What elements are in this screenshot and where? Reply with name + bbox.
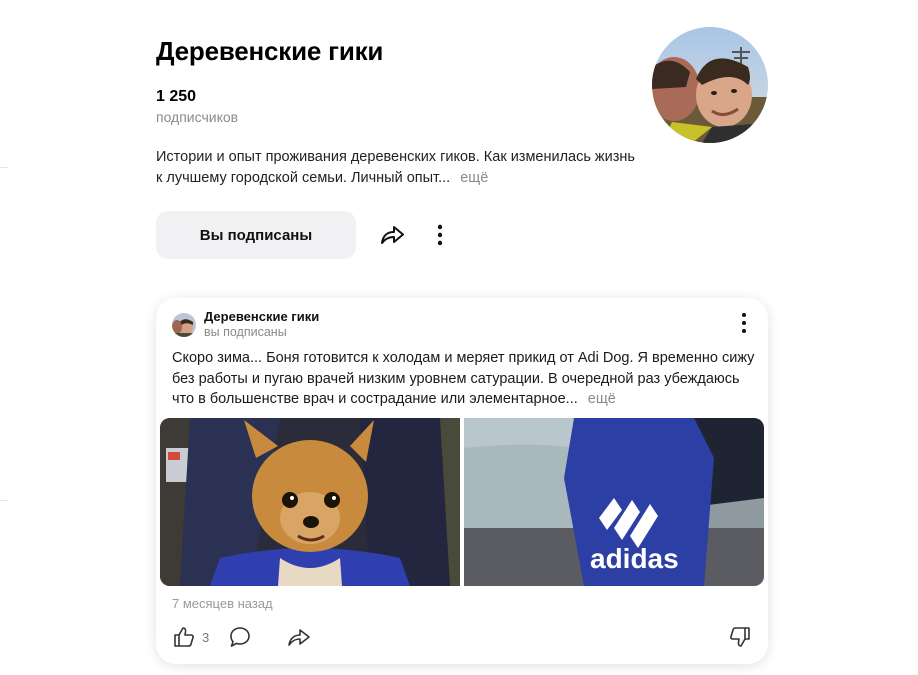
- like-icon: [174, 627, 194, 647]
- post-share-button[interactable]: [286, 624, 312, 650]
- channel-title: Деревенские гики: [156, 36, 384, 66]
- post-menu-button[interactable]: [734, 311, 754, 335]
- share-icon: [381, 226, 404, 244]
- channel-description: Истории и опыт проживания деревенских ги…: [156, 147, 636, 189]
- like-count: 3: [202, 629, 210, 645]
- more-options-button[interactable]: [428, 221, 452, 249]
- dog-in-blue-hoodie-photo: [160, 418, 460, 586]
- more-vertical-icon: [437, 224, 443, 246]
- post-photo-1[interactable]: [160, 418, 460, 586]
- adidas-hoodie-closeup-photo: adidas: [464, 418, 764, 586]
- edge-divider: [0, 500, 8, 501]
- comment-button[interactable]: [228, 624, 252, 650]
- subscribers-label: подписчиков: [156, 109, 239, 125]
- post-author-avatar[interactable]: [172, 313, 196, 337]
- post-text: Скоро зима... Боня готовится к холодам и…: [172, 348, 756, 410]
- post-more-link[interactable]: ещё: [588, 391, 616, 407]
- subscribers-count: 1 250: [156, 88, 197, 105]
- share-button[interactable]: [378, 221, 406, 249]
- dislike-icon: [730, 627, 750, 647]
- post-author-status: вы подписаны: [204, 325, 287, 339]
- channel-avatar[interactable]: [652, 27, 768, 143]
- dislike-button[interactable]: [728, 624, 752, 650]
- svg-text:adidas: adidas: [590, 543, 679, 574]
- more-vertical-icon: [742, 313, 746, 333]
- post-text-body: Скоро зима... Боня готовится к холодам и…: [172, 350, 755, 407]
- edge-divider: [0, 167, 8, 168]
- description-more-link[interactable]: ещё: [460, 170, 488, 186]
- comment-icon: [230, 627, 250, 647]
- share-icon: [288, 629, 310, 646]
- post-author-name[interactable]: Деревенские гики: [204, 309, 319, 324]
- post-time: 7 месяцев назад: [172, 596, 273, 611]
- like-button[interactable]: 3: [172, 624, 209, 650]
- avatar-photo: [652, 27, 768, 143]
- post-photo-2[interactable]: adidas: [464, 418, 764, 586]
- description-text: Истории и опыт проживания деревенских ги…: [156, 149, 635, 186]
- post-card[interactable]: Деревенские гики вы подписаны Скоро зима…: [156, 298, 768, 664]
- subscribed-button[interactable]: Вы подписаны: [156, 211, 356, 259]
- author-avatar-photo: [172, 313, 196, 337]
